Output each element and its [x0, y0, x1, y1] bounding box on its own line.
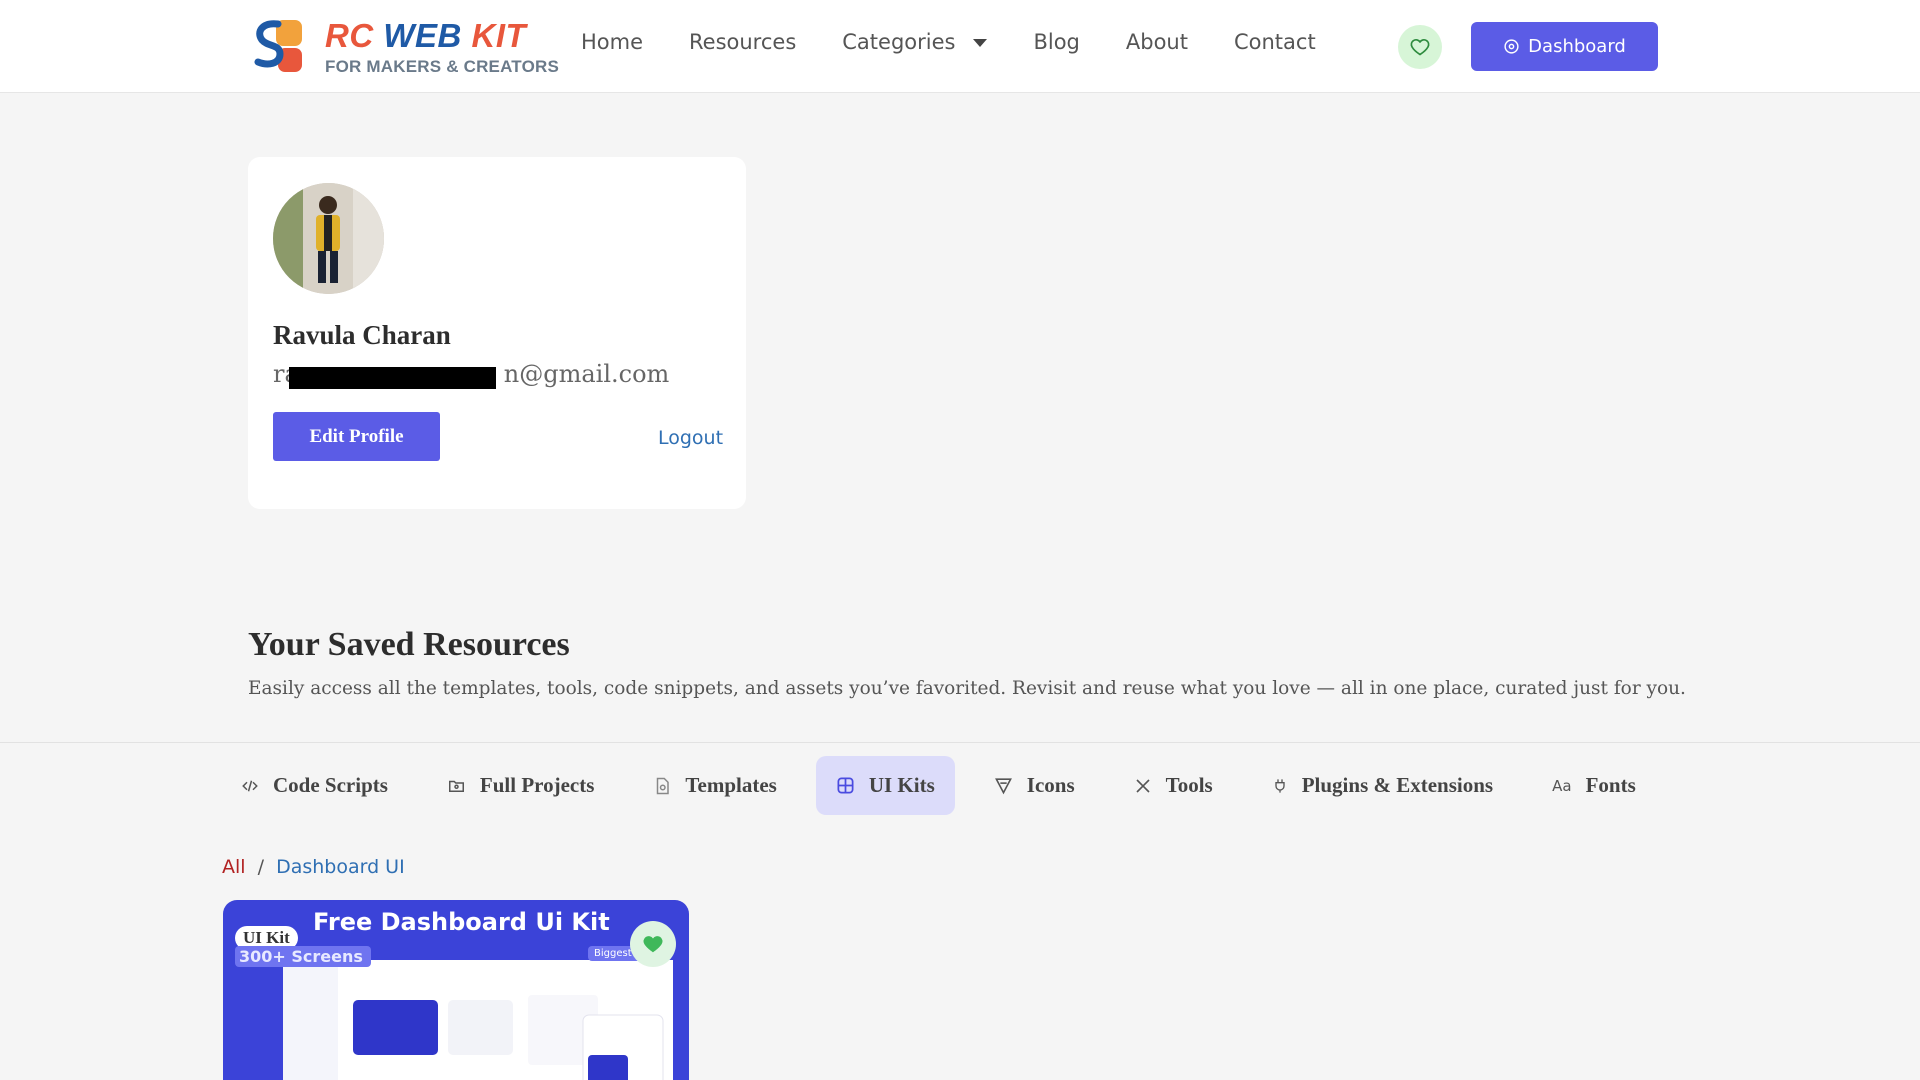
resource-card[interactable]: Free Dashboard Ui Kit UI Kit 300+ Screen… — [223, 900, 689, 1080]
tab-full-projects[interactable]: Full Projects — [427, 756, 615, 815]
font-icon: Aa — [1552, 776, 1572, 795]
dashboard-button[interactable]: Dashboard — [1471, 22, 1658, 71]
profile-card: Ravula Charan ra n@gmail.com Edit Profile… — [248, 157, 746, 509]
resource-title: Free Dashboard Ui Kit — [313, 908, 610, 936]
chevron-down-icon — [973, 39, 988, 47]
avatar — [273, 183, 384, 294]
file-icon — [653, 776, 671, 796]
logo-rc: RC — [325, 16, 374, 54]
vector-icon — [994, 776, 1013, 795]
resource-screens-label: 300+ Screens — [235, 946, 371, 967]
folder-icon — [447, 777, 466, 795]
breadcrumb-separator: / — [257, 856, 265, 878]
tab-ui-kits[interactable]: UI Kits — [815, 756, 955, 815]
saved-resources-description: Easily access all the templates, tools, … — [248, 678, 1686, 699]
saved-resources-title: Your Saved Resources — [248, 626, 570, 663]
tab-label: Tools — [1165, 773, 1213, 797]
site-logo[interactable]: RC WEB KIT FOR MAKERS & CREATORS — [248, 14, 559, 79]
tab-label: Fonts — [1585, 773, 1636, 797]
nav-categories-label: Categories — [842, 30, 956, 54]
resource-preview-image — [283, 960, 673, 1080]
logo-kit: KIT — [471, 16, 527, 54]
tab-code-scripts[interactable]: Code Scripts — [221, 756, 408, 815]
tab-label: Icons — [1026, 773, 1075, 797]
nav-home[interactable]: Home — [581, 30, 643, 54]
heart-filled-icon — [643, 936, 663, 953]
nav-resources[interactable]: Resources — [689, 30, 796, 54]
edit-profile-button[interactable]: Edit Profile — [273, 412, 440, 461]
grid-icon — [836, 776, 855, 795]
logo-mark-icon — [248, 14, 308, 79]
tab-label: Code Scripts — [273, 773, 388, 797]
logo-web: WEB — [383, 16, 462, 54]
tab-label: Plugins & Extensions — [1301, 773, 1494, 797]
logout-link[interactable]: Logout — [658, 427, 723, 449]
heart-icon — [1410, 38, 1430, 56]
tab-templates[interactable]: Templates — [633, 756, 796, 815]
main-nav: Home Resources Categories Blog About Con… — [581, 30, 1362, 54]
profile-name: Ravula Charan — [273, 320, 451, 350]
settings-icon — [1504, 39, 1519, 54]
nav-blog[interactable]: Blog — [1033, 30, 1079, 54]
tab-fonts[interactable]: Aa Fonts — [1532, 756, 1656, 815]
tab-icons[interactable]: Icons — [974, 756, 1095, 815]
tab-plugins-extensions[interactable]: Plugins & Extensions — [1252, 756, 1513, 815]
nav-categories[interactable]: Categories — [842, 30, 988, 54]
dashboard-label: Dashboard — [1528, 36, 1626, 57]
resource-tabs: Code Scripts Full Projects Templates UI … — [221, 756, 1675, 815]
nav-contact[interactable]: Contact — [1234, 30, 1316, 54]
tab-label: UI Kits — [868, 773, 935, 797]
tools-icon — [1134, 777, 1152, 795]
breadcrumb-current[interactable]: Dashboard UI — [276, 856, 405, 878]
tab-tools[interactable]: Tools — [1114, 756, 1233, 815]
tab-label: Full Projects — [479, 773, 595, 797]
logo-tagline: FOR MAKERS & CREATORS — [325, 56, 560, 76]
breadcrumb-all[interactable]: All — [222, 856, 246, 878]
profile-email-suffix: n@gmail.com — [503, 360, 670, 388]
tab-label: Templates — [685, 773, 777, 797]
section-divider — [0, 742, 1920, 743]
favorites-button[interactable] — [1398, 25, 1442, 69]
plug-icon — [1272, 776, 1288, 796]
nav-about[interactable]: About — [1126, 30, 1188, 54]
site-header: RC WEB KIT FOR MAKERS & CREATORS Home Re… — [0, 0, 1920, 93]
redaction-bar — [289, 367, 496, 389]
logo-title: RC WEB KIT — [325, 19, 559, 52]
breadcrumb: All / Dashboard UI — [222, 856, 405, 878]
resource-favorite-button[interactable] — [630, 921, 676, 967]
code-icon — [241, 777, 259, 795]
